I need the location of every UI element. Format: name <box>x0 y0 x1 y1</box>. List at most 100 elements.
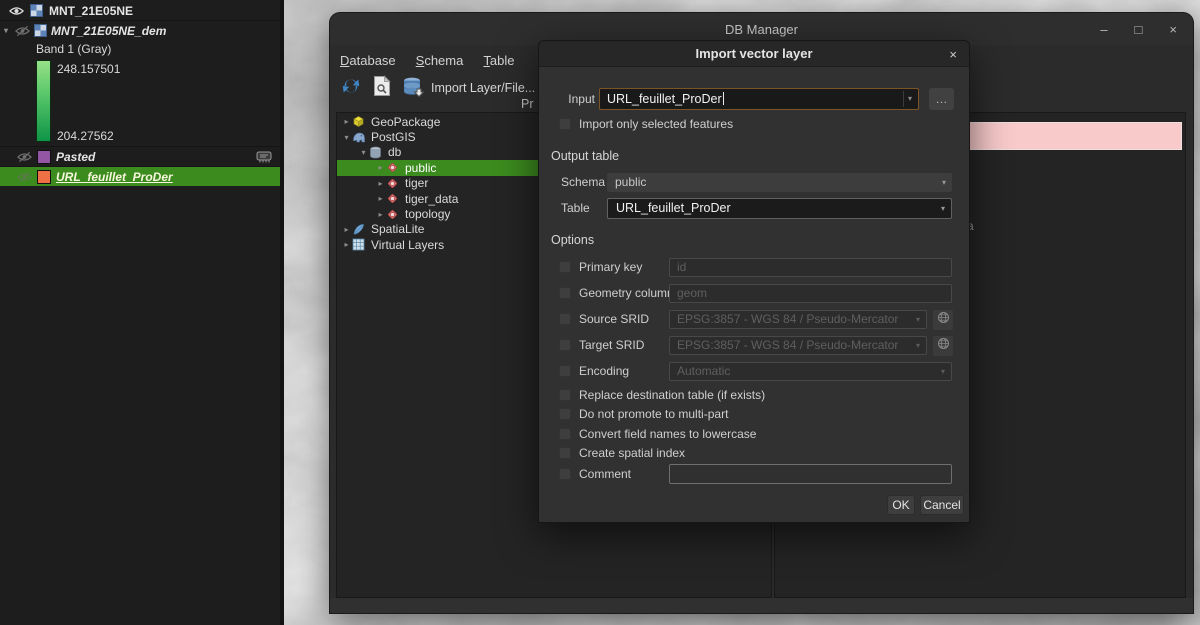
multipart-checkbox[interactable] <box>559 408 571 420</box>
source-srid-combobox[interactable]: EPSG:3857 - WGS 84 / Pseudo-Mercator ▾ <box>669 310 927 329</box>
expander-icon[interactable]: ▸ <box>341 225 352 234</box>
virtual-layers-icon <box>352 238 366 251</box>
encoding-checkbox[interactable] <box>559 365 571 377</box>
schema-value: public <box>615 175 646 189</box>
schema-combobox[interactable]: public ▾ <box>607 173 952 192</box>
options-section-label: Options <box>551 233 594 247</box>
menu-database[interactable]: Database <box>340 53 396 68</box>
maximize-button[interactable]: □ <box>1135 22 1143 37</box>
comment-label: Comment <box>579 464 631 484</box>
comment-field[interactable] <box>669 464 952 484</box>
import-selected-checkbox[interactable] <box>559 118 571 130</box>
expander-icon[interactable]: ▸ <box>341 240 352 249</box>
source-srid-label: Source SRID <box>579 309 649 329</box>
text-caret <box>723 92 724 105</box>
geometry-column-label: Geometry column <box>579 283 674 303</box>
browse-button[interactable]: … <box>929 88 954 110</box>
layer-item-mnt[interactable]: MNT_21E05NE <box>0 2 280 19</box>
toolbar: Import Layer/File... <box>340 73 535 103</box>
spatial-index-label: Create spatial index <box>579 443 685 463</box>
replace-table-checkbox[interactable] <box>559 389 571 401</box>
expander-icon[interactable]: ▸ <box>341 117 352 126</box>
window-title: DB Manager <box>725 22 798 37</box>
multipart-label: Do not promote to multi-part <box>579 404 728 424</box>
schema-icon <box>386 208 400 221</box>
menu-table[interactable]: Table <box>483 53 514 68</box>
geometry-placeholder: geom <box>677 286 707 300</box>
raster-layer-icon <box>30 4 43 17</box>
status-bar <box>330 598 1193 613</box>
expander-icon[interactable]: ▸ <box>375 210 386 219</box>
lowercase-checkbox[interactable] <box>559 428 571 440</box>
raster-layer-icon <box>34 24 47 37</box>
table-combobox[interactable]: URL_feuillet_ProDer ▾ <box>607 198 952 219</box>
layer-name: Pasted <box>56 150 95 164</box>
color-ramp <box>36 60 51 142</box>
menu-bar: Database Schema Table <box>340 53 514 68</box>
chevron-down-icon: ▾ <box>942 173 946 192</box>
geopackage-icon <box>352 115 366 128</box>
postgis-icon <box>352 131 366 144</box>
layer-item-url-feuillet[interactable]: URL_feuillet_ProDer <box>0 167 280 186</box>
import-layer-button[interactable]: Import Layer/File... <box>402 76 535 101</box>
database-icon <box>369 146 383 159</box>
primary-key-label: Primary key <box>579 257 642 277</box>
ramp-max-value: 248.157501 <box>57 62 120 76</box>
input-value: URL_feuillet_ProDer <box>607 92 722 106</box>
refresh-button[interactable] <box>340 75 362 102</box>
chevron-down-icon[interactable]: ▾ <box>1 26 11 35</box>
dialog-close-button[interactable]: × <box>949 41 957 67</box>
expander-icon[interactable]: ▾ <box>358 148 369 157</box>
sql-window-button[interactable] <box>373 75 391 102</box>
ok-button[interactable]: OK <box>887 495 915 515</box>
layer-item-mnt-dem[interactable]: ▾ MNT_21E05NE_dem <box>0 22 280 39</box>
chevron-down-icon[interactable]: ▾ <box>903 91 916 107</box>
primary-key-field[interactable]: id <box>669 258 952 277</box>
expander-icon[interactable]: ▸ <box>375 179 386 188</box>
geometry-column-checkbox[interactable] <box>559 287 571 299</box>
expander-icon[interactable]: ▸ <box>375 163 386 172</box>
layers-panel: MNT_21E05NE ▾ MNT_21E05NE_dem Band 1 (Gr… <box>0 0 284 625</box>
eye-hidden-icon[interactable] <box>15 25 30 37</box>
import-selected-label: Import only selected features <box>579 114 733 134</box>
target-crs-picker-button[interactable] <box>933 336 953 356</box>
tab-preview-fragment[interactable]: Pr <box>521 97 534 111</box>
import-db-icon <box>402 76 426 101</box>
geometry-column-field[interactable]: geom <box>669 284 952 303</box>
menu-schema[interactable]: Schema <box>416 53 464 68</box>
input-combobox[interactable]: URL_feuillet_ProDer ▾ <box>599 88 919 110</box>
target-srid-checkbox[interactable] <box>559 339 571 351</box>
expander-icon[interactable]: ▸ <box>375 194 386 203</box>
expander-icon[interactable]: ▾ <box>341 133 352 142</box>
globe-icon <box>937 337 950 355</box>
table-value: URL_feuillet_ProDer <box>616 201 731 215</box>
source-srid-checkbox[interactable] <box>559 313 571 325</box>
spatial-index-checkbox[interactable] <box>559 447 571 459</box>
layer-item-pasted[interactable]: Pasted <box>0 148 280 166</box>
primary-key-placeholder: id <box>677 260 686 274</box>
encoding-value: Automatic <box>677 364 730 378</box>
spatialite-icon <box>352 223 366 236</box>
schema-icon <box>386 177 400 190</box>
eye-hidden-icon[interactable] <box>17 171 32 183</box>
lowercase-label: Convert field names to lowercase <box>579 424 756 444</box>
screen: MNT_21E05NE ▾ MNT_21E05NE_dem Band 1 (Gr… <box>0 0 1200 625</box>
comment-checkbox[interactable] <box>559 468 571 480</box>
target-srid-combobox[interactable]: EPSG:3857 - WGS 84 / Pseudo-Mercator ▾ <box>669 336 927 355</box>
eye-visible-icon[interactable] <box>9 5 24 17</box>
eye-hidden-icon[interactable] <box>17 151 32 163</box>
schema-icon <box>386 192 400 205</box>
close-button[interactable]: × <box>1169 22 1177 37</box>
minimize-button[interactable]: – <box>1100 22 1107 37</box>
encoding-combobox[interactable]: Automatic ▾ <box>669 362 952 381</box>
dialog-titlebar[interactable]: Import vector layer × <box>539 41 969 67</box>
source-crs-picker-button[interactable] <box>933 310 953 330</box>
primary-key-checkbox[interactable] <box>559 261 571 273</box>
output-table-section-label: Output table <box>551 149 619 163</box>
memory-layer-icon[interactable] <box>256 150 272 164</box>
cancel-button[interactable]: Cancel <box>920 495 964 515</box>
input-label: Input <box>559 89 595 109</box>
band-label: Band 1 (Gray) <box>36 42 111 56</box>
purple-swatch <box>37 150 51 164</box>
schema-label: Schema <box>561 172 605 192</box>
